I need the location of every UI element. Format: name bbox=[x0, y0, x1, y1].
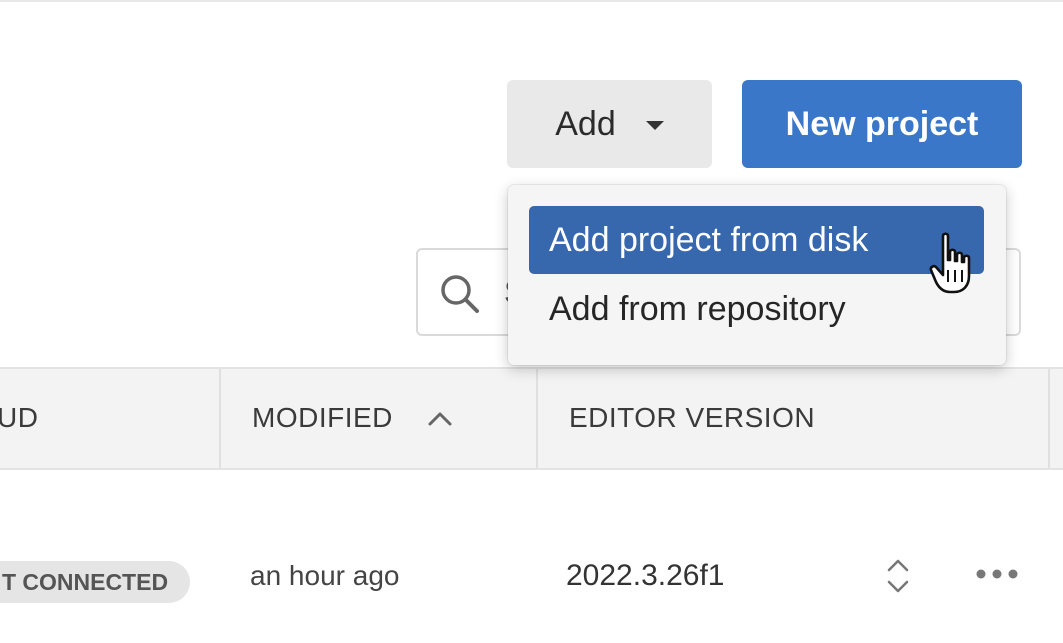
column-editor-version[interactable]: EDITOR VERSION bbox=[569, 402, 815, 434]
hand-pointer-icon bbox=[929, 232, 971, 294]
add-button-label: Add bbox=[555, 104, 616, 143]
menu-item-label: Add project from disk bbox=[549, 220, 869, 259]
modified-cell: an hour ago bbox=[250, 560, 400, 591]
menu-item-add-from-repository[interactable]: Add from repository bbox=[529, 275, 984, 343]
more-horizontal-icon[interactable] bbox=[975, 567, 1019, 581]
menu-item-add-project-from-disk[interactable]: Add project from disk bbox=[529, 206, 984, 274]
column-divider bbox=[219, 369, 221, 468]
column-modified[interactable]: MODIFIED bbox=[252, 402, 393, 434]
column-cloud[interactable]: UD bbox=[0, 402, 38, 434]
add-dropdown-button[interactable]: Add bbox=[507, 80, 712, 168]
new-project-label: New project bbox=[785, 104, 979, 143]
top-divider bbox=[0, 0, 1063, 2]
caret-down-icon bbox=[645, 120, 664, 130]
status-badge: T CONNECTED bbox=[0, 561, 190, 603]
chevron-up-down-icon[interactable] bbox=[885, 556, 911, 596]
column-divider bbox=[536, 369, 538, 468]
column-divider bbox=[1048, 369, 1050, 468]
table-row[interactable]: T CONNECTED an hour ago 2022.3.26f1 bbox=[0, 472, 1063, 643]
new-project-button[interactable]: New project bbox=[742, 80, 1022, 168]
chevron-up-icon[interactable] bbox=[427, 409, 453, 427]
table-header: UD MODIFIED EDITOR VERSION bbox=[0, 367, 1063, 470]
menu-item-label: Add from repository bbox=[549, 289, 846, 328]
editor-version-cell: 2022.3.26f1 bbox=[566, 559, 725, 592]
search-icon bbox=[441, 275, 479, 313]
status-badge-label: T CONNECTED bbox=[1, 568, 169, 595]
